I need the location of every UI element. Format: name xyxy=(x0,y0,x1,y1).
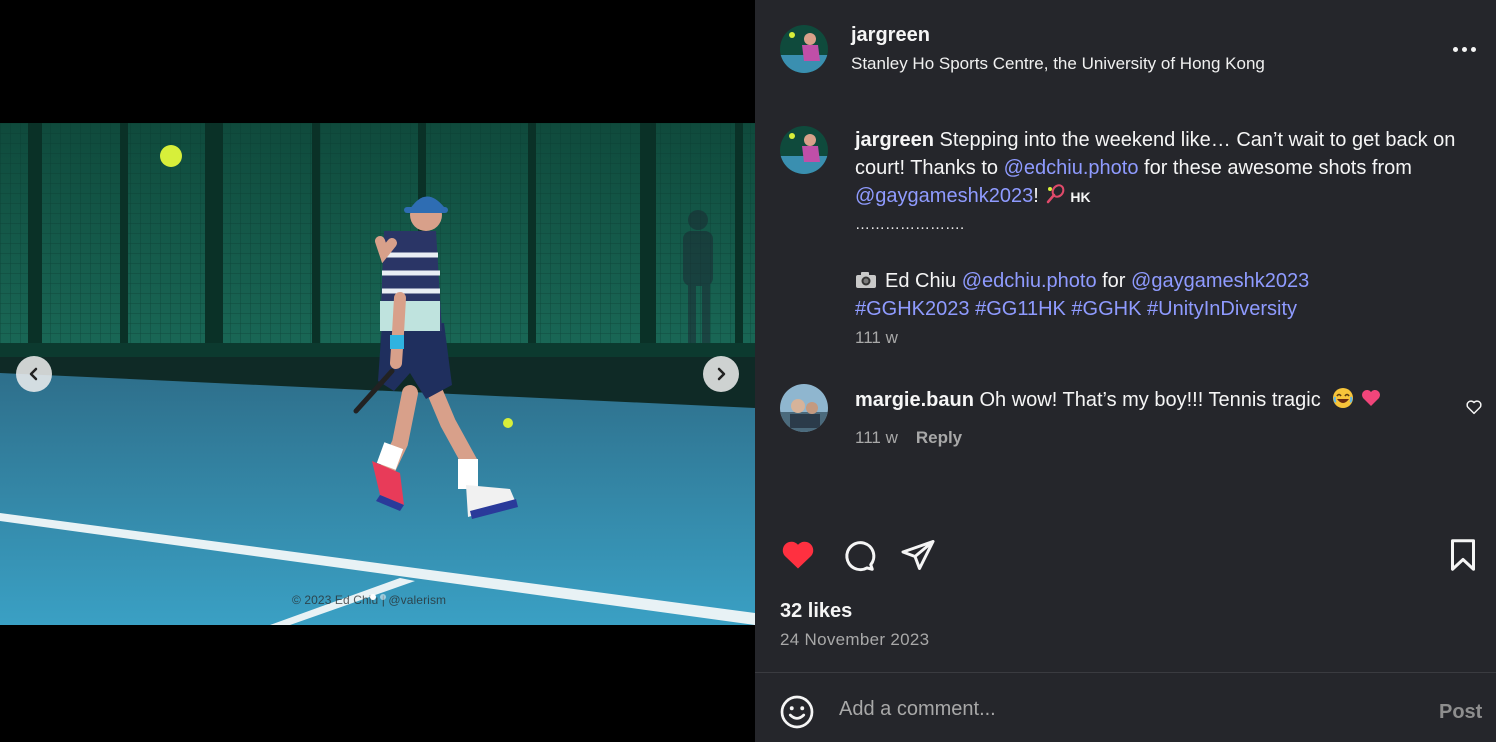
chevron-left-icon xyxy=(29,367,38,381)
author-username[interactable]: jargreen xyxy=(851,24,930,47)
post-actions xyxy=(755,537,1496,577)
tennis-photo xyxy=(0,123,755,625)
heart-outline-icon xyxy=(1466,400,1482,415)
save-button[interactable] xyxy=(1445,537,1481,573)
share-button[interactable] xyxy=(899,537,937,573)
pink-heart-icon xyxy=(1362,390,1381,406)
comment-meta: 111 w Reply xyxy=(855,428,962,448)
like-button[interactable] xyxy=(779,537,817,573)
tennis-racket-icon xyxy=(1047,184,1065,204)
comment-like-button[interactable] xyxy=(1465,398,1483,421)
avatar-image xyxy=(780,25,828,73)
comment-button[interactable] xyxy=(839,537,877,573)
heart-filled-icon xyxy=(782,541,814,569)
carousel-dot-2 xyxy=(379,594,386,600)
post-caption: jargreen Stepping into the weekend like…… xyxy=(855,126,1475,323)
smiley-icon xyxy=(780,695,814,729)
hashtag-link[interactable]: #GG11HK xyxy=(975,298,1066,320)
caption-author-avatar[interactable] xyxy=(780,126,828,174)
caption-text-2: for these awesome shots from xyxy=(1144,157,1412,179)
carousel-dots xyxy=(0,594,755,600)
post-media: © 2023 Ed Chiu | @valerism xyxy=(0,0,755,742)
comment-item: margie.baun Oh wow! That’s my boy!!! Ten… xyxy=(855,386,1382,414)
post-side-panel: jargreen Stanley Ho Sports Centre, the U… xyxy=(755,0,1496,742)
comment-text: Oh wow! That’s my boy!!! Tennis tragic xyxy=(979,389,1321,411)
caption-main: jargreen Stepping into the weekend like…… xyxy=(855,126,1475,211)
comment-timestamp[interactable]: 111 w xyxy=(855,428,898,448)
more-options-button[interactable] xyxy=(1450,38,1478,60)
comment-input[interactable] xyxy=(839,695,1399,723)
caption-text-3: ! xyxy=(1033,185,1039,207)
bookmark-icon xyxy=(1451,539,1475,571)
mention-link[interactable]: @gaygameshk2023 xyxy=(855,185,1033,207)
emoji-picker-button[interactable] xyxy=(779,694,815,735)
credit-for: for xyxy=(1102,270,1126,292)
commenter-avatar[interactable] xyxy=(780,384,828,432)
post-date: 24 November 2023 xyxy=(780,630,930,649)
likes-count[interactable]: 32 likes xyxy=(780,600,852,623)
camera-icon xyxy=(856,272,876,288)
mention-link[interactable]: @edchiu.photo xyxy=(962,270,1097,292)
caption-separator: …………………. xyxy=(855,216,965,233)
reply-button[interactable]: Reply xyxy=(916,428,962,448)
hashtag-link[interactable]: #GGHK2023 xyxy=(855,298,970,320)
post-photo[interactable] xyxy=(0,123,755,625)
commenter-username[interactable]: margie.baun xyxy=(855,389,974,411)
caption-timestamp[interactable]: 111 w xyxy=(855,328,898,348)
chevron-right-icon xyxy=(717,367,726,381)
hashtag-link[interactable]: #UnityInDiversity xyxy=(1147,298,1297,320)
avatar-image xyxy=(780,384,828,432)
mention-link[interactable]: @edchiu.photo xyxy=(1004,157,1139,179)
send-icon xyxy=(901,540,935,570)
mention-link[interactable]: @gaygameshk2023 xyxy=(1131,270,1309,292)
caption-username[interactable]: jargreen xyxy=(855,129,934,151)
credit-name: Ed Chiu xyxy=(885,270,957,292)
post-location[interactable]: Stanley Ho Sports Centre, the University… xyxy=(851,54,1265,74)
caption-hashtags: #GGHK2023 #GG11HK #GGHK #UnityInDiversit… xyxy=(855,295,1475,323)
comment-composer: Post xyxy=(755,673,1496,742)
post-header: jargreen Stanley Ho Sports Centre, the U… xyxy=(755,0,1496,96)
carousel-dot-1 xyxy=(369,594,376,600)
comment-bubble-icon xyxy=(845,541,876,572)
more-horizontal-icon xyxy=(1452,46,1458,52)
next-slide-button[interactable] xyxy=(703,356,739,392)
caption-credit: Ed Chiu @edchiu.photo for @gaygameshk202… xyxy=(855,267,1475,295)
laughing-face-icon xyxy=(1333,388,1354,408)
flag-hk-label: HK xyxy=(1070,189,1091,205)
hashtag-link[interactable]: #GGHK xyxy=(1071,298,1141,320)
previous-slide-button[interactable] xyxy=(16,356,52,392)
avatar-image xyxy=(780,126,828,174)
post-comment-button[interactable]: Post xyxy=(1439,701,1482,724)
author-avatar[interactable] xyxy=(780,25,828,73)
